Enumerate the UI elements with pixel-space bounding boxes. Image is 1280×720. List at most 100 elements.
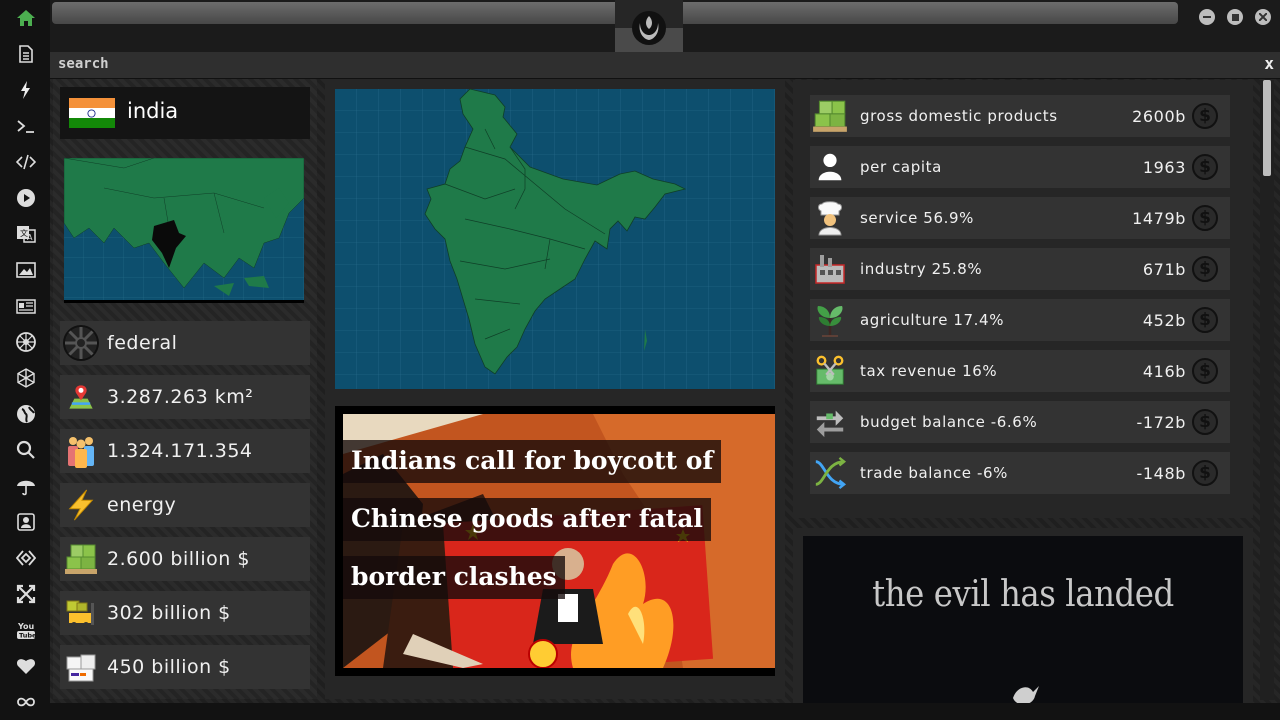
econ-row-budget[interactable]: budget balance -6.6% -172b $ — [810, 401, 1230, 443]
heart-icon — [16, 659, 36, 674]
india-flag-icon — [69, 98, 115, 128]
econ-row-trade[interactable]: trade balance -6% -148b $ — [810, 452, 1230, 494]
svg-text:Tube: Tube — [19, 632, 36, 640]
econ-row-agriculture[interactable]: agriculture 17.4% 452b $ — [810, 299, 1230, 341]
sidebar-item-loop[interactable] — [13, 689, 39, 715]
news-headline[interactable]: Indians call for boycott of Chinese good… — [343, 432, 743, 606]
dollar-icon[interactable]: $ — [1192, 103, 1218, 129]
stat-6[interactable]: 302 billion $ — [60, 591, 310, 635]
sidebar: 文A You Tube — [0, 0, 50, 720]
dollar-icon[interactable]: $ — [1192, 307, 1218, 333]
balance-arrows-icon — [810, 402, 850, 442]
sidebar-item-contacts[interactable] — [13, 509, 39, 535]
ad-banner[interactable]: the evil has landed — [803, 536, 1243, 720]
sidebar-item-hex[interactable] — [13, 365, 39, 391]
search-icon — [16, 440, 35, 459]
asia-map[interactable] — [64, 158, 304, 303]
government-value: federal — [107, 332, 178, 354]
news-icon — [16, 299, 36, 314]
stat-7[interactable]: 450 billion $ — [60, 645, 310, 689]
rebel-tab[interactable] — [615, 0, 683, 52]
person-icon — [810, 147, 850, 187]
stat-resource[interactable]: energy — [60, 483, 310, 527]
search-label: search — [58, 56, 109, 72]
title-bar — [50, 0, 1280, 52]
econ-row-gdp[interactable]: gross domestic products 2600b $ — [810, 95, 1230, 137]
india-map[interactable] — [335, 89, 775, 389]
stat-government[interactable]: federal — [60, 321, 310, 365]
sidebar-item-code[interactable] — [13, 149, 39, 175]
forklift-icon — [63, 595, 99, 631]
stat-7-value: 450 billion $ — [107, 656, 231, 678]
pallet-boxes-icon — [810, 96, 850, 136]
image-icon — [16, 262, 36, 278]
stat-gdp[interactable]: 2.600 billion $ — [60, 537, 310, 581]
map-pin-icon — [63, 379, 99, 415]
sidebar-item-weather[interactable] — [13, 473, 39, 499]
document-icon — [19, 45, 33, 63]
play-icon — [17, 189, 35, 207]
sidebar-item-energy[interactable] — [13, 77, 39, 103]
hexagon-icon — [17, 368, 35, 388]
plant-icon — [810, 300, 850, 340]
stat-area[interactable]: 3.287.263 km² — [60, 375, 310, 419]
umbrella-icon — [17, 480, 35, 496]
infinity-icon — [17, 697, 35, 707]
translate-icon: 文A — [17, 226, 36, 243]
scrollbar[interactable] — [1260, 80, 1274, 700]
dollar-icon[interactable]: $ — [1192, 358, 1218, 384]
dollar-icon[interactable]: $ — [1192, 409, 1218, 435]
code-icon — [16, 154, 36, 170]
econ-row-per-capita[interactable]: per capita 1963 $ — [810, 146, 1230, 188]
dollar-icon[interactable]: $ — [1192, 256, 1218, 282]
minimize-button[interactable] — [1199, 9, 1215, 25]
factory-icon — [810, 249, 850, 289]
country-name: india — [127, 99, 179, 123]
sidebar-item-globe[interactable] — [13, 401, 39, 427]
search-close-button[interactable]: x — [1264, 54, 1274, 73]
stat-population[interactable]: 1.324.171.354 — [60, 429, 310, 473]
energy-bolt-icon — [63, 487, 99, 523]
sidebar-item-favorites[interactable] — [13, 653, 39, 679]
rebel-alliance-icon — [632, 11, 666, 45]
sidebar-item-empire[interactable] — [13, 329, 39, 355]
scrollbar-thumb[interactable] — [1263, 80, 1271, 176]
lightning-icon — [21, 81, 30, 99]
gdp-value: 2.600 billion $ — [107, 548, 250, 570]
sidebar-item-media[interactable] — [13, 185, 39, 211]
sidebar-item-translate[interactable]: 文A — [13, 221, 39, 247]
trade-cross-icon — [810, 453, 850, 493]
sidebar-item-news[interactable] — [13, 293, 39, 319]
sidebar-item-search[interactable] — [13, 437, 39, 463]
econ-row-service[interactable]: service 56.9% 1479b $ — [810, 197, 1230, 239]
sidebar-item-terminal[interactable] — [13, 113, 39, 139]
asia-map-graphic — [64, 158, 304, 300]
population-icon — [63, 433, 99, 469]
home-icon — [17, 10, 35, 26]
sidebar-item-documents[interactable] — [13, 41, 39, 67]
svg-text:A: A — [27, 233, 33, 242]
population-value: 1.324.171.354 — [107, 440, 253, 462]
sidebar-item-youtube[interactable]: You Tube — [13, 617, 39, 643]
resource-value: energy — [107, 494, 177, 516]
terminal-icon — [17, 120, 34, 133]
econ-row-tax[interactable]: tax revenue 16% 416b $ — [810, 350, 1230, 392]
dollar-icon[interactable]: $ — [1192, 205, 1218, 231]
search-bar[interactable]: search x — [50, 52, 1280, 79]
sidebar-item-dev[interactable] — [13, 545, 39, 571]
close-window-button[interactable] — [1255, 9, 1271, 25]
dollar-icon[interactable]: $ — [1192, 460, 1218, 486]
dollar-icon[interactable]: $ — [1192, 154, 1218, 180]
maximize-button[interactable] — [1227, 9, 1243, 25]
news-card[interactable]: Indians call for boycott of Chinese good… — [335, 406, 775, 676]
ad-bird-graphic — [978, 686, 1068, 720]
sidebar-item-home[interactable] — [13, 5, 39, 31]
area-value: 3.287.263 km² — [107, 386, 254, 408]
expand-icon — [16, 584, 36, 604]
sidebar-item-expand[interactable] — [13, 581, 39, 607]
country-header[interactable]: india — [60, 87, 310, 139]
econ-row-industry[interactable]: industry 25.8% 671b $ — [810, 248, 1230, 290]
sidebar-item-images[interactable] — [13, 257, 39, 283]
money-scissors-icon — [810, 351, 850, 391]
pallet-boxes-icon — [63, 541, 99, 577]
